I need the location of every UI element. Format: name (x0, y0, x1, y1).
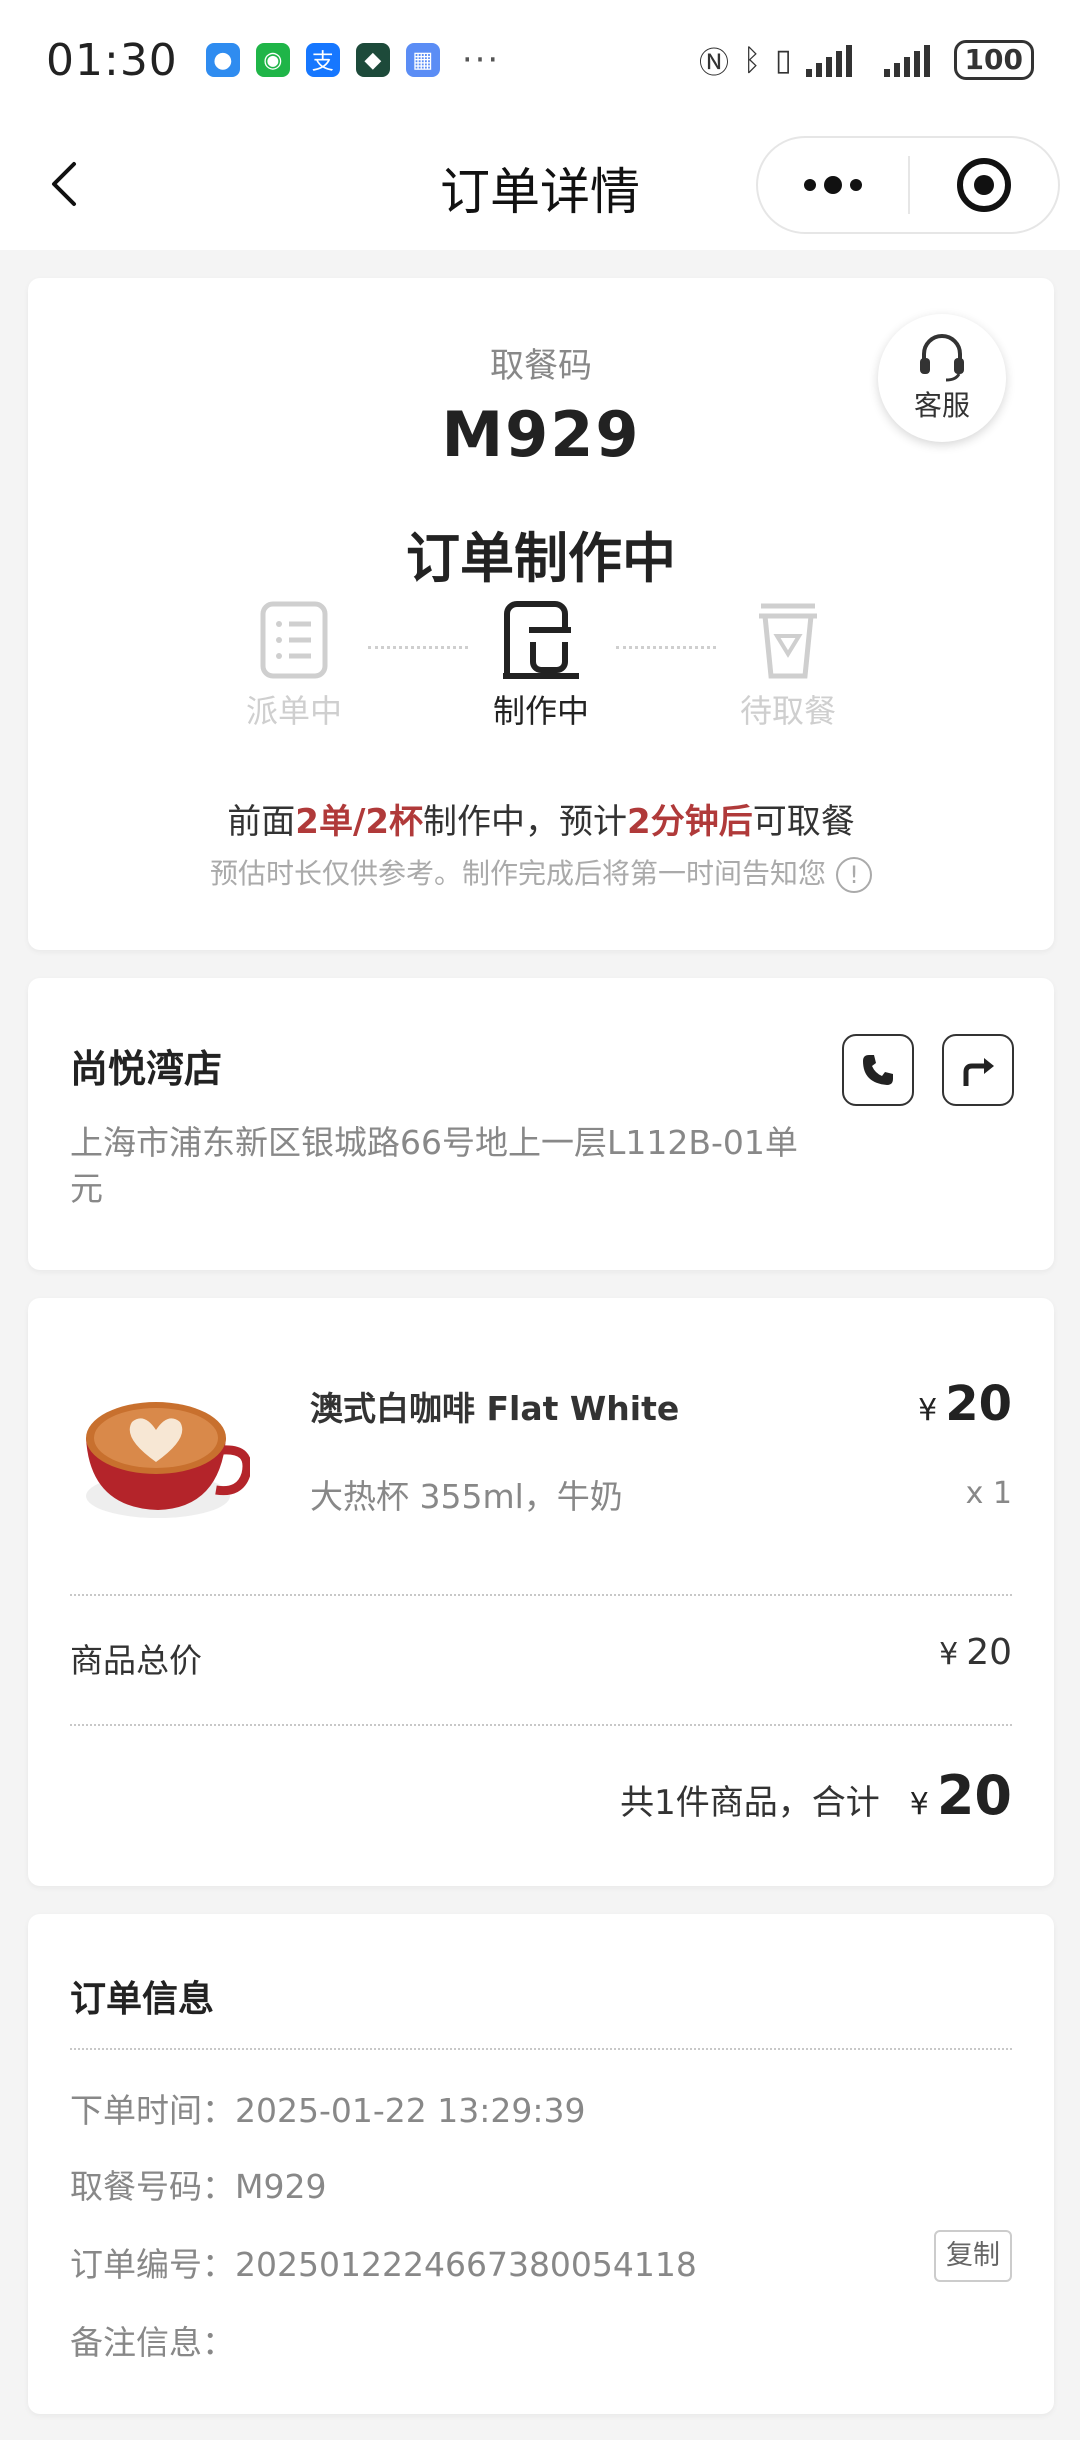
store-name: 尚悦湾店 (70, 1047, 223, 1091)
store-address: 上海市浦东新区银城路66号地上一层L112B-01单元 (70, 1123, 798, 1208)
copy-button[interactable]: 复制 (934, 2230, 1012, 2282)
product-name: 澳式白咖啡 Flat White (310, 1389, 680, 1428)
divider (70, 1724, 1012, 1726)
queue-text: 制作中，预计 (423, 802, 628, 842)
calendar-icon: ▦ (405, 43, 440, 77)
subtotal-label: 商品总价 (70, 1641, 202, 1680)
headset-icon (920, 334, 964, 382)
divider (70, 2048, 1012, 2050)
navigate-button[interactable] (942, 1034, 1014, 1106)
estimate-note: 预估时长仅供参考。制作完成后将第一时间告知您! (28, 852, 1054, 893)
estimate-note-text: 预估时长仅供参考。制作完成后将第一时间告知您 (209, 857, 826, 890)
order-items-card: 澳式白咖啡 Flat White 大热杯 355ml，牛奶 ¥20 x 1 商品… (28, 1298, 1054, 1886)
step-making: 制作中 (441, 600, 641, 732)
queue-highlight: 2单/2杯 (295, 802, 424, 842)
wechat-icon: ◉ (255, 43, 290, 77)
store-card: 尚悦湾店 上海市浦东新区银城路66号地上一层L112B-01单元 (28, 978, 1054, 1270)
phone-icon (863, 1055, 893, 1085)
message-icon: ● (205, 43, 240, 77)
pickup-number-row: 取餐号码：M929 (70, 2160, 326, 2208)
product-image (86, 1402, 250, 1518)
status-right: Ⓝ ᛒ ▯ 100 (699, 38, 1034, 82)
customer-service-label: 客服 (913, 389, 970, 422)
order-total-value: 20 (936, 1764, 1012, 1827)
info-label: 备注信息： (70, 2323, 235, 2362)
order-info-card: 订单信息 下单时间：2025-01-22 13:29:39 取餐号码：M929 … (28, 1914, 1054, 2414)
nav-bar: 订单详情 (0, 120, 1080, 250)
product-price: ¥20 (918, 1376, 1012, 1432)
more-notifications-icon: ··· (461, 40, 501, 80)
list-icon (260, 601, 328, 679)
info-icon[interactable]: ! (836, 857, 872, 893)
pickup-number-value: M929 (235, 2167, 327, 2206)
more-button[interactable] (758, 136, 908, 234)
cup-icon (759, 603, 817, 679)
mini-program-capsule (756, 136, 1060, 234)
queue-highlight: 2分钟后 (627, 802, 753, 842)
vibrate-icon: ▯ (775, 42, 792, 78)
currency-symbol: ¥ (909, 1787, 929, 1822)
order-number-row: 订单编号：20250122246673800541​18 (70, 2238, 697, 2286)
currency-symbol: ¥ (939, 1637, 959, 1672)
order-total-amount: ¥20 (910, 1764, 1012, 1827)
nfc-icon: Ⓝ (699, 46, 730, 81)
order-number-value: 20250122246673800541​18 (235, 2245, 697, 2284)
step-label: 制作中 (492, 692, 589, 730)
step-label: 待取餐 (739, 692, 836, 730)
subtotal-value: ¥20 (939, 1632, 1012, 1673)
order-time-value: 2025-01-22 13:29:39 (235, 2091, 586, 2130)
info-label: 取餐号码： (70, 2167, 235, 2206)
status-bar: 01:30 ● ◉ 支 ◆ ▦ ··· Ⓝ ᛒ ▯ 100 (0, 0, 1080, 120)
step-label: 派单中 (245, 692, 342, 730)
app-icon: ◆ (355, 43, 390, 77)
queue-info: 前面2单/2杯制作中，预计2分钟后可取餐 (28, 794, 1054, 843)
close-miniprogram-button[interactable] (910, 136, 1058, 234)
call-store-button[interactable] (842, 1034, 914, 1106)
customer-service-button[interactable]: 客服 (878, 314, 1006, 442)
signal-icon (805, 45, 852, 77)
order-info-title: 订单信息 (70, 1979, 215, 2020)
signal-icon (883, 45, 930, 77)
status-time: 01:30 (46, 34, 178, 86)
product-quantity: x 1 (965, 1476, 1012, 1511)
step-pickup: 待取餐 (688, 600, 888, 732)
navigation-icon (963, 1058, 994, 1086)
order-total: 共1件商品，合计 ¥20 (620, 1764, 1012, 1827)
remark-row: 备注信息： (70, 2316, 235, 2364)
subtotal-amount: 20 (966, 1632, 1012, 1673)
bluetooth-icon: ᛒ (743, 42, 762, 78)
divider (70, 1594, 1012, 1596)
product-spec: 大热杯 355ml，牛奶 (310, 1477, 623, 1516)
alipay-icon: 支 (305, 43, 340, 77)
order-status-card: 取餐码 M929 订单制作中 客服 派单中 制作中 待取餐 前面2单/2杯制作中… (28, 278, 1054, 950)
queue-text: 前面 (227, 802, 296, 842)
product-price-value: 20 (945, 1376, 1012, 1432)
target-icon (957, 158, 1011, 212)
coffee-machine-icon (503, 601, 579, 679)
info-label: 订单编号： (70, 2245, 235, 2284)
order-time-row: 下单时间：2025-01-22 13:29:39 (70, 2084, 585, 2132)
currency-symbol: ¥ (918, 1393, 938, 1428)
battery-indicator: 100 (953, 40, 1034, 80)
step-dispatching: 派单中 (194, 600, 394, 732)
order-status-title: 订单制作中 (406, 527, 676, 590)
order-total-label: 共1件商品，合计 (620, 1783, 880, 1823)
info-label: 下单时间： (70, 2091, 235, 2130)
queue-text: 可取餐 (752, 802, 855, 842)
